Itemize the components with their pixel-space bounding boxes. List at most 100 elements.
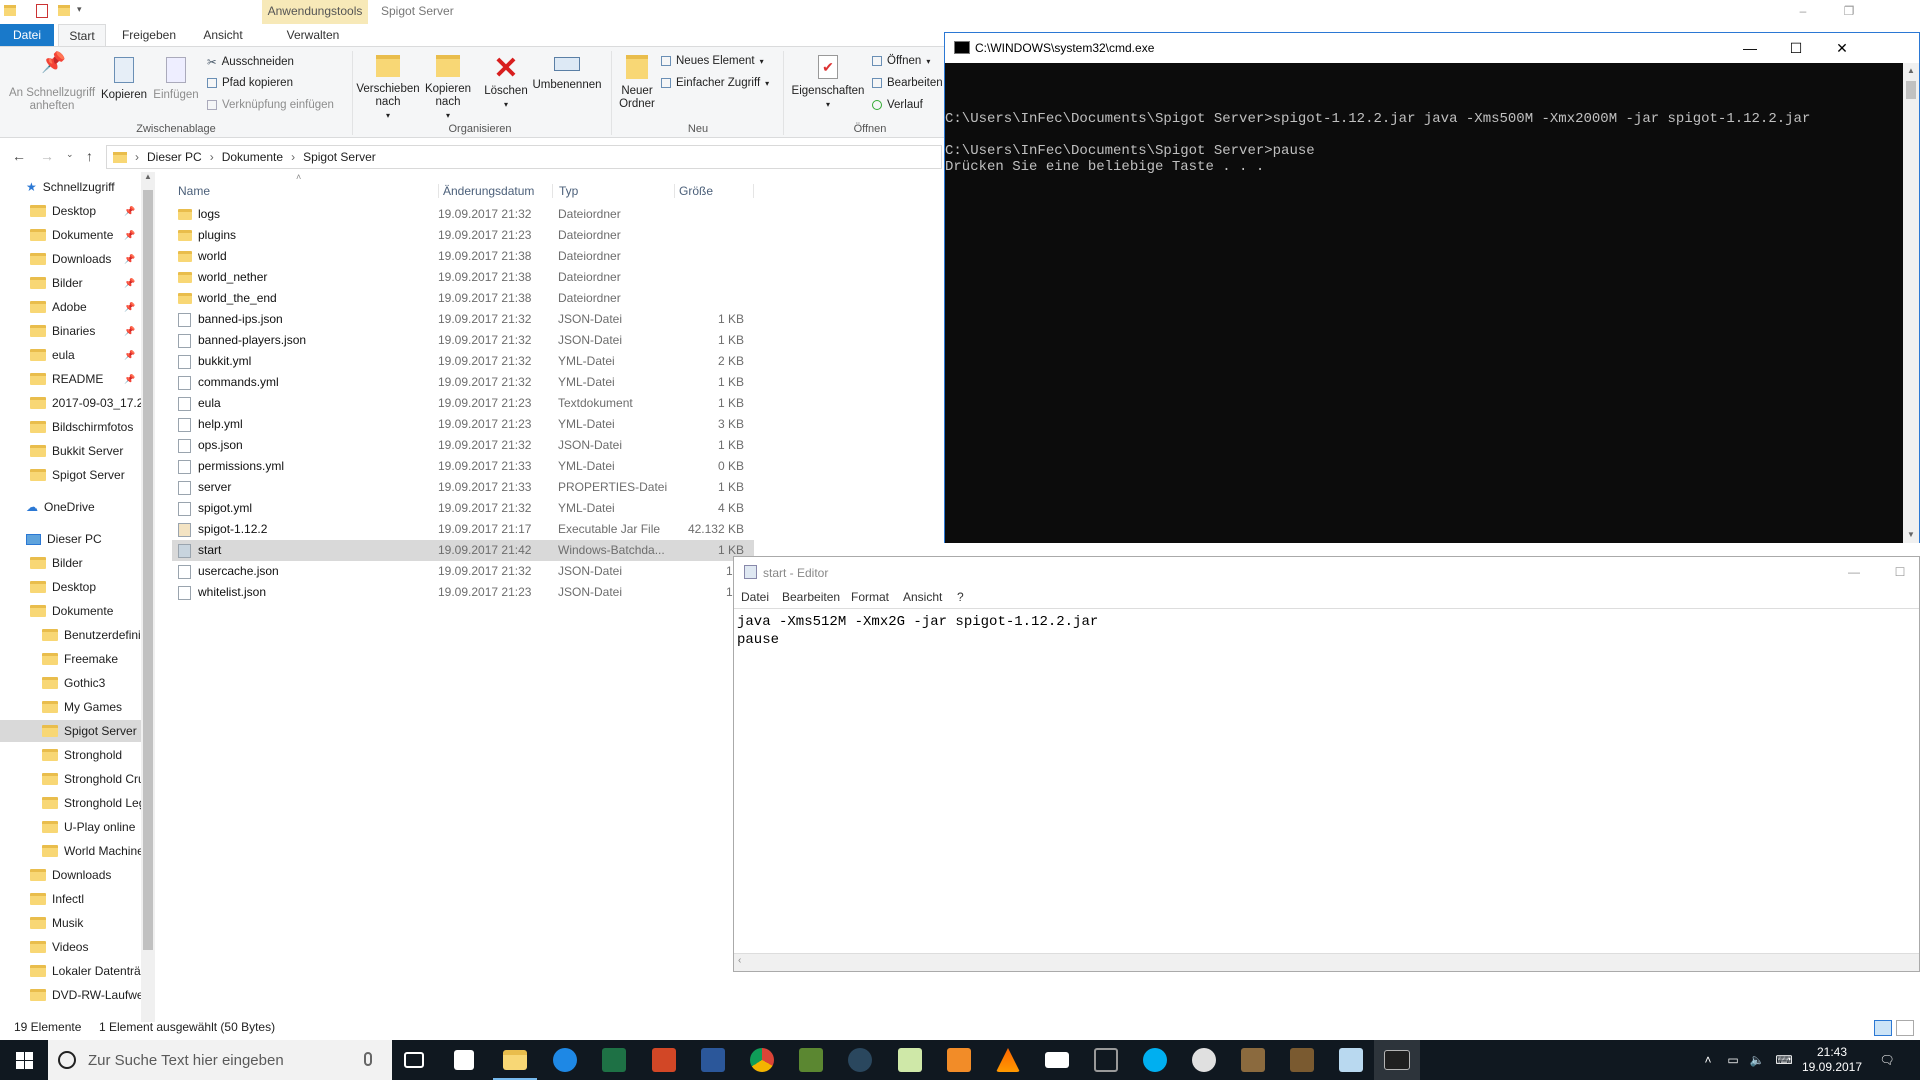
pin-icon[interactable]: 📌 (124, 320, 135, 342)
notepad-minimize-button[interactable]: — (1831, 557, 1877, 587)
nav-document-child[interactable]: Stronghold Legends (0, 792, 141, 814)
back-arrow-icon[interactable]: ← (12, 148, 26, 164)
excel-icon[interactable] (602, 1048, 626, 1072)
nav-document-child[interactable]: Spigot Server (0, 720, 141, 742)
column-header-size[interactable]: Größe (674, 184, 754, 198)
nav-document-child[interactable]: World Machine (0, 840, 141, 862)
file-row[interactable]: spigot-1.12.2 19.09.2017 21:17 Executable … (172, 519, 754, 540)
details-view-icon[interactable] (1874, 1020, 1892, 1036)
recent-locations-chevron-icon[interactable]: ⌄ (66, 149, 74, 160)
pin-icon[interactable]: 📌 (124, 296, 135, 318)
properties-quick-icon[interactable] (36, 4, 48, 18)
nav-pc-item[interactable]: Desktop (0, 576, 141, 598)
nav-this-pc[interactable]: Dieser PC (0, 528, 141, 550)
quick-access-dropdown-icon[interactable]: ▾ (77, 4, 82, 15)
edge-icon[interactable] (553, 1048, 577, 1072)
cmd-console-output[interactable]: C:\Users\InFec\Documents\Spigot Server>s… (945, 63, 1903, 543)
cmd-scrollbar[interactable]: ▲ ▼ (1903, 63, 1919, 543)
pin-icon[interactable]: 📌 (124, 248, 135, 270)
file-row[interactable]: spigot.yml 19.09.2017 21:32 YML-Datei 4 KB (172, 498, 754, 519)
file-row[interactable]: bukkit.yml 19.09.2017 21:32 YML-Datei 2 KB (172, 351, 754, 372)
file-row[interactable]: banned-ips.json 19.09.2017 21:32 JSON-Date… (172, 309, 754, 330)
file-row[interactable]: world 19.09.2017 21:38 Dateiordner (172, 246, 754, 267)
pin-icon[interactable]: 📌 (124, 200, 135, 222)
up-arrow-icon[interactable]: ↑ (86, 148, 93, 164)
nav-document-child[interactable]: U-Play online (0, 816, 141, 838)
file-row[interactable]: plugins 19.09.2017 21:23 Dateiordner (172, 225, 754, 246)
file-row[interactable]: commands.yml 19.09.2017 21:32 YML-Datei 1 K… (172, 372, 754, 393)
paste-shortcut-button[interactable]: Verknüpfung einfügen (207, 99, 334, 111)
nav-pc-item[interactable]: Musik (0, 912, 141, 934)
cmd-minimize-button[interactable]: — (1727, 33, 1773, 63)
start-button[interactable] (0, 1040, 48, 1080)
file-row[interactable]: world_the_end 19.09.2017 21:38 Dateiordner (172, 288, 754, 309)
pin-icon[interactable]: 📌 (124, 272, 135, 294)
game-launcher-icon[interactable] (1241, 1048, 1265, 1072)
menu-format[interactable]: Format (851, 590, 889, 604)
breadcrumb-documents[interactable]: Dokumente (222, 150, 283, 164)
menu-ansicht[interactable]: Ansicht (903, 590, 942, 604)
copy-button[interactable]: Kopieren (98, 57, 150, 102)
tab-start[interactable]: Start (58, 24, 106, 46)
new-item-button[interactable]: Neues Element ▾ (661, 55, 764, 67)
mail-icon[interactable] (1045, 1052, 1069, 1068)
nav-document-child[interactable]: Benutzerdefinierte (0, 624, 141, 646)
pin-icon[interactable]: 📌 (124, 368, 135, 390)
notepad-maximize-button[interactable]: ☐ (1877, 557, 1920, 587)
new-folder-button[interactable]: Neuer Ordner (614, 55, 660, 111)
clock[interactable]: 21:43 19.09.2017 (1800, 1040, 1864, 1080)
nav-pc-item[interactable]: Lokaler Datenträger (0, 960, 141, 982)
nav-pinned-item[interactable]: Dokumente 📌 (0, 224, 141, 246)
scroll-up-arrow-icon[interactable]: ▲ (141, 172, 155, 186)
video-player-icon[interactable] (947, 1048, 971, 1072)
nav-document-child[interactable]: My Games (0, 696, 141, 718)
minecraft-icon[interactable] (799, 1048, 823, 1072)
scroll-left-arrow-icon[interactable]: ‹ (738, 955, 741, 966)
store-icon[interactable] (454, 1050, 474, 1070)
nav-pc-item[interactable]: Infectl (0, 888, 141, 910)
nav-recent-item[interactable]: 2017-09-03_17.20 (0, 392, 141, 414)
file-row[interactable]: logs 19.09.2017 21:32 Dateiordner (172, 204, 754, 225)
notepad-window[interactable]: start - Editor — ☐ Datei Bearbeiten Form… (733, 556, 1920, 972)
nav-pinned-item[interactable]: Bilder 📌 (0, 272, 141, 294)
easy-access-button[interactable]: Einfacher Zugriff ▾ (661, 77, 769, 89)
properties-button[interactable]: ✔ Eigenschaften ▾ (790, 55, 866, 111)
game-launcher-2-icon[interactable] (1290, 1048, 1314, 1072)
cmd-close-button[interactable]: ✕ (1819, 33, 1865, 63)
address-bar[interactable]: › Dieser PC › Dokumente › Spigot Server (106, 145, 942, 169)
scrollbar-thumb[interactable] (1906, 81, 1916, 99)
nav-pc-item[interactable]: Downloads (0, 864, 141, 886)
forward-arrow-icon[interactable]: → (40, 148, 54, 164)
column-header-type[interactable]: Typ (552, 184, 578, 198)
file-row[interactable]: eula 19.09.2017 21:23 Textdokument 1 KB (172, 393, 754, 414)
open-button[interactable]: Öffnen ▾ (872, 55, 930, 67)
nav-recent-item[interactable]: Bukkit Server (0, 440, 141, 462)
chrome-icon[interactable] (750, 1048, 774, 1072)
pin-icon[interactable]: 📌 (124, 224, 135, 246)
notepad-horizontal-scrollbar[interactable]: ‹ (734, 953, 1919, 971)
delete-button[interactable]: ✕ Löschen ▾ (478, 54, 534, 111)
nav-document-child[interactable]: Stronghold Crusader (0, 768, 141, 790)
tab-freigeben[interactable]: Freigeben (116, 24, 182, 46)
steam-icon[interactable] (848, 1048, 872, 1072)
notepad-taskbar-icon[interactable] (898, 1048, 922, 1072)
nav-pinned-item[interactable]: eula 📌 (0, 344, 141, 366)
file-row[interactable]: help.yml 19.09.2017 21:23 YML-Datei 3 KB (172, 414, 754, 435)
explorer-minimize-button[interactable]: – (1780, 0, 1826, 22)
keyboard-icon[interactable]: ⌨ (1772, 1040, 1796, 1080)
nav-pc-item[interactable]: Dokumente (0, 600, 141, 622)
file-row[interactable]: world_nether 19.09.2017 21:38 Dateiordner (172, 267, 754, 288)
nav-document-child[interactable]: Gothic3 (0, 672, 141, 694)
nav-pinned-item[interactable]: Downloads 📌 (0, 248, 141, 270)
network-icon[interactable]: ▭ (1724, 1040, 1742, 1080)
nav-pinned-item[interactable]: Desktop 📌 (0, 200, 141, 222)
column-header-name[interactable]: Name (178, 184, 210, 198)
nav-pc-item[interactable]: Videos (0, 936, 141, 958)
breadcrumb-this-pc[interactable]: Dieser PC (147, 150, 202, 164)
nav-pc-item[interactable]: DVD-RW-Laufwerk (0, 984, 141, 1006)
file-row[interactable]: banned-players.json 19.09.2017 21:32 JSON-… (172, 330, 754, 351)
tab-datei[interactable]: Datei (0, 24, 54, 46)
nav-pinned-item[interactable]: Binaries 📌 (0, 320, 141, 342)
itunes-icon[interactable] (1192, 1048, 1216, 1072)
nav-quick-access[interactable]: ★ Schnellzugriff (0, 176, 141, 198)
